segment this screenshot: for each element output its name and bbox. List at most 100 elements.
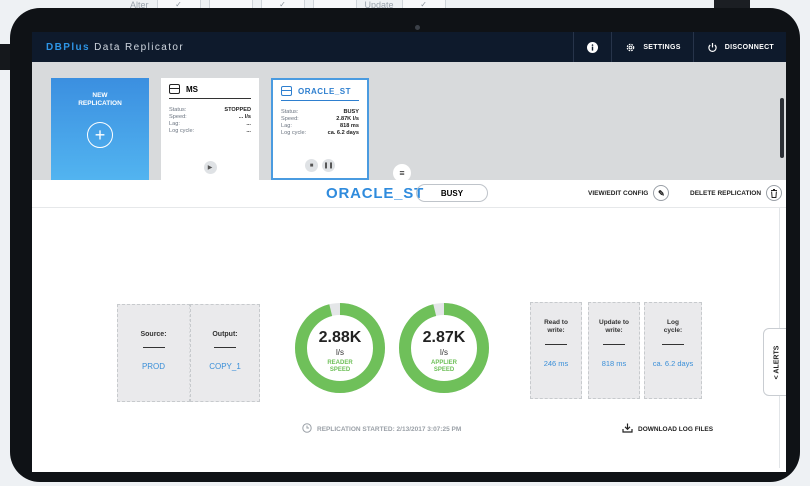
stat-value: ca. 6.2 days [327,130,359,136]
stat-label: Status: [281,109,299,115]
reader-speed-value: 2.88K [318,329,362,346]
stat-label: Lag: [281,123,292,129]
replication-strip: NEW REPLICATION + MS Status: STOPPED Spee… [32,62,786,180]
status-badge: BUSY [416,184,488,202]
replication-card-ms[interactable]: MS Status: STOPPED Speed:... l/s Lag:... … [161,78,259,180]
source-label: Source: [140,331,167,338]
divider-dash [603,344,625,345]
stat-value: STOPPED [224,107,251,113]
stat-value: BUSY [343,109,359,115]
power-icon [706,41,719,54]
camera-dot [415,25,420,30]
stat-row: Lag: 818 ms [281,123,359,130]
read-to-write-tile: Read to write: 246 ms [530,302,582,399]
replication-controls: ■ ❚❚ [273,159,367,172]
replication-card-header: ORACLE_ST [281,86,359,101]
alerts-text: ALERTS [773,345,780,374]
stat-label: Log cycle: [281,130,307,136]
stat-label: Lag: [169,121,180,127]
output-label: Output: [212,331,238,338]
settings-label: SETTINGS [643,43,681,51]
update-to-write-label: Update to write: [599,319,629,334]
view-edit-config-button[interactable]: VIEW/EDIT CONFIG ✎ [588,185,670,201]
alerts-label: < ALERTS [773,345,780,379]
stat-row: Speed: 2.87K l/s [281,116,359,123]
collapse-handle-icon[interactable]: ≡ [393,164,411,182]
stat-label: Speed: [169,114,187,120]
applier-speed-label: APPLIER SPEED [430,360,457,373]
stat-label: Status: [169,107,187,113]
replication-started-text: REPLICATION STARTED: 2/13/2017 3:07:25 P… [317,425,462,433]
gear-icon [624,41,637,54]
replication-name: MS [186,84,198,94]
app-name: Data Replicator [94,41,185,53]
server-icon [169,84,180,94]
source-tile: Source: PROD [117,304,190,402]
alerts-tab[interactable]: < ALERTS [763,328,786,396]
clock-icon [302,423,312,435]
divider-dash [214,347,236,348]
download-log-files-label: DOWNLOAD LOG FILES [638,425,714,433]
applier-speed-gauge: 2.87K l/s APPLIER SPEED [398,302,490,394]
replication-stats: Status: STOPPED Speed: ... l/s Lag:... Log… [169,107,251,135]
replication-name: ORACLE_ST [298,86,351,96]
stat-label: Speed: [281,116,299,122]
reader-speed-gauge: 2.88K l/s READER SPEED [294,302,386,394]
wrench-icon: ✎ [653,185,670,201]
replication-stats: Status: BUSY Speed: 2.87K l/s Lag: 818 ms L… [281,109,359,137]
app-title: DBPlus Data Replicator [32,42,573,53]
pause-icon[interactable]: ❚❚ [322,159,335,172]
strip-scrollbar[interactable] [780,98,784,158]
reader-speed-unit: l/s [336,348,344,357]
view-edit-config-label: VIEW/EDIT CONFIG [588,189,649,197]
stat-row: Log cycle:... [169,128,251,135]
detail-header: ORACLE_ST BUSY VIEW/EDIT CONFIG ✎ DELETE… [32,180,786,208]
replication-started: REPLICATION STARTED: 2/13/2017 3:07:25 P… [302,423,461,435]
stat-value: 2.87K l/s [336,116,359,122]
disconnect-label: DISCONNECT [724,43,774,51]
divider-dash [662,344,684,345]
applier-speed-unit: l/s [440,348,448,357]
stat-row: Lag:... [169,121,251,128]
divider-dash [142,347,165,348]
stat-value: 818 ms [340,123,359,129]
update-to-write-value: 818 ms [601,359,627,368]
replication-card-header: MS [169,84,251,99]
stat-value: ... [246,121,251,127]
output-tile: Output: COPY_1 [190,304,260,402]
replication-controls: ▶ [161,161,259,174]
plus-icon: + [87,122,113,148]
applier-speed-value: 2.87K [422,329,466,346]
log-cycle-tile: Log cycle: ca. 6.2 days [644,302,702,399]
replication-card-oracle-st[interactable]: ORACLE_ST Status: BUSY Speed: 2.87K l/s La… [271,78,369,180]
new-replication-label: NEW REPLICATION [78,92,122,107]
brand-name: DBPlus [46,41,90,53]
server-icon [281,86,292,96]
top-bar: DBPlus Data Replicator SETTINGS DISCONNE… [32,32,786,62]
trash-icon [766,185,783,201]
read-to-write-value: 246 ms [543,359,569,368]
download-log-files-button[interactable]: DOWNLOAD LOG FILES [622,423,713,435]
update-to-write-tile: Update to write: 818 ms [588,302,640,399]
stat-label: Log cycle: [169,128,195,134]
log-cycle-value: ca. 6.2 days [652,359,694,368]
stop-icon[interactable]: ■ [305,159,318,172]
app-screen: DBPlus Data Replicator SETTINGS DISCONNE… [32,32,786,472]
detail-title: ORACLE_ST [326,185,425,202]
stat-row: Log cycle: ca. 6.2 days [281,130,359,137]
stat-value: ... [246,128,251,134]
info-icon [586,41,599,54]
stat-row: Status: BUSY [281,109,359,116]
delete-replication-label: DELETE REPLICATION [690,189,762,197]
delete-replication-button[interactable]: DELETE REPLICATION [690,185,783,201]
reader-gauge-text: 2.88K l/s READER SPEED [294,302,386,394]
read-to-write-label: Read to write: [544,319,568,334]
play-icon[interactable]: ▶ [203,161,217,174]
settings-button[interactable]: SETTINGS [611,32,692,62]
info-button[interactable] [573,32,611,62]
stat-row: Speed: ... l/s [169,114,251,121]
source-value: PROD [141,362,166,371]
new-replication-card[interactable]: NEW REPLICATION + [51,78,149,180]
disconnect-button[interactable]: DISCONNECT [692,32,786,62]
stat-value: ... l/s [238,114,251,120]
